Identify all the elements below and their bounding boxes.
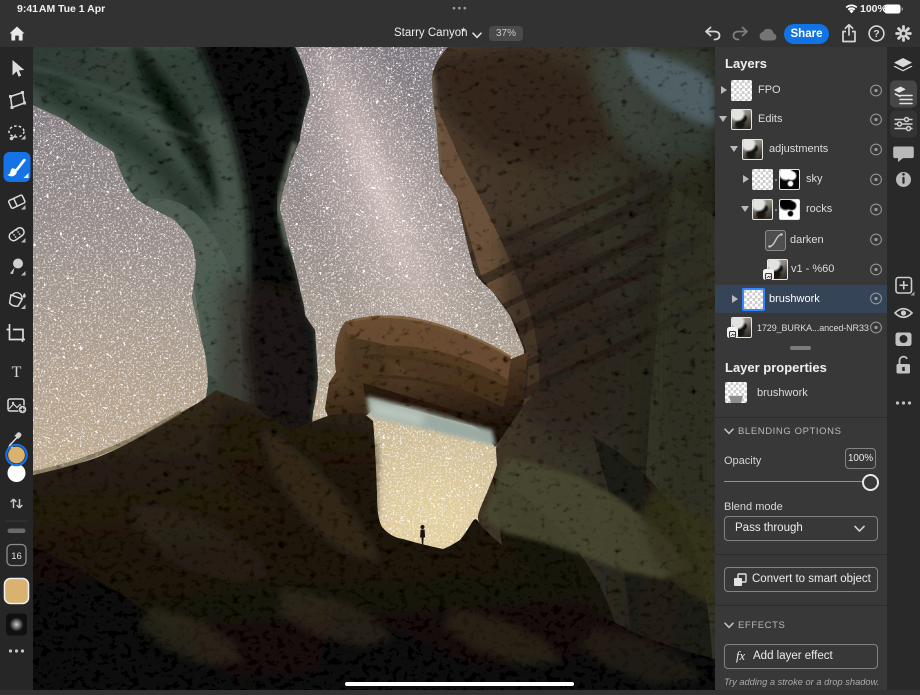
- svg-text:T: T: [12, 364, 22, 381]
- svg-text:?: ?: [873, 28, 879, 40]
- svg-text:16: 16: [11, 551, 22, 562]
